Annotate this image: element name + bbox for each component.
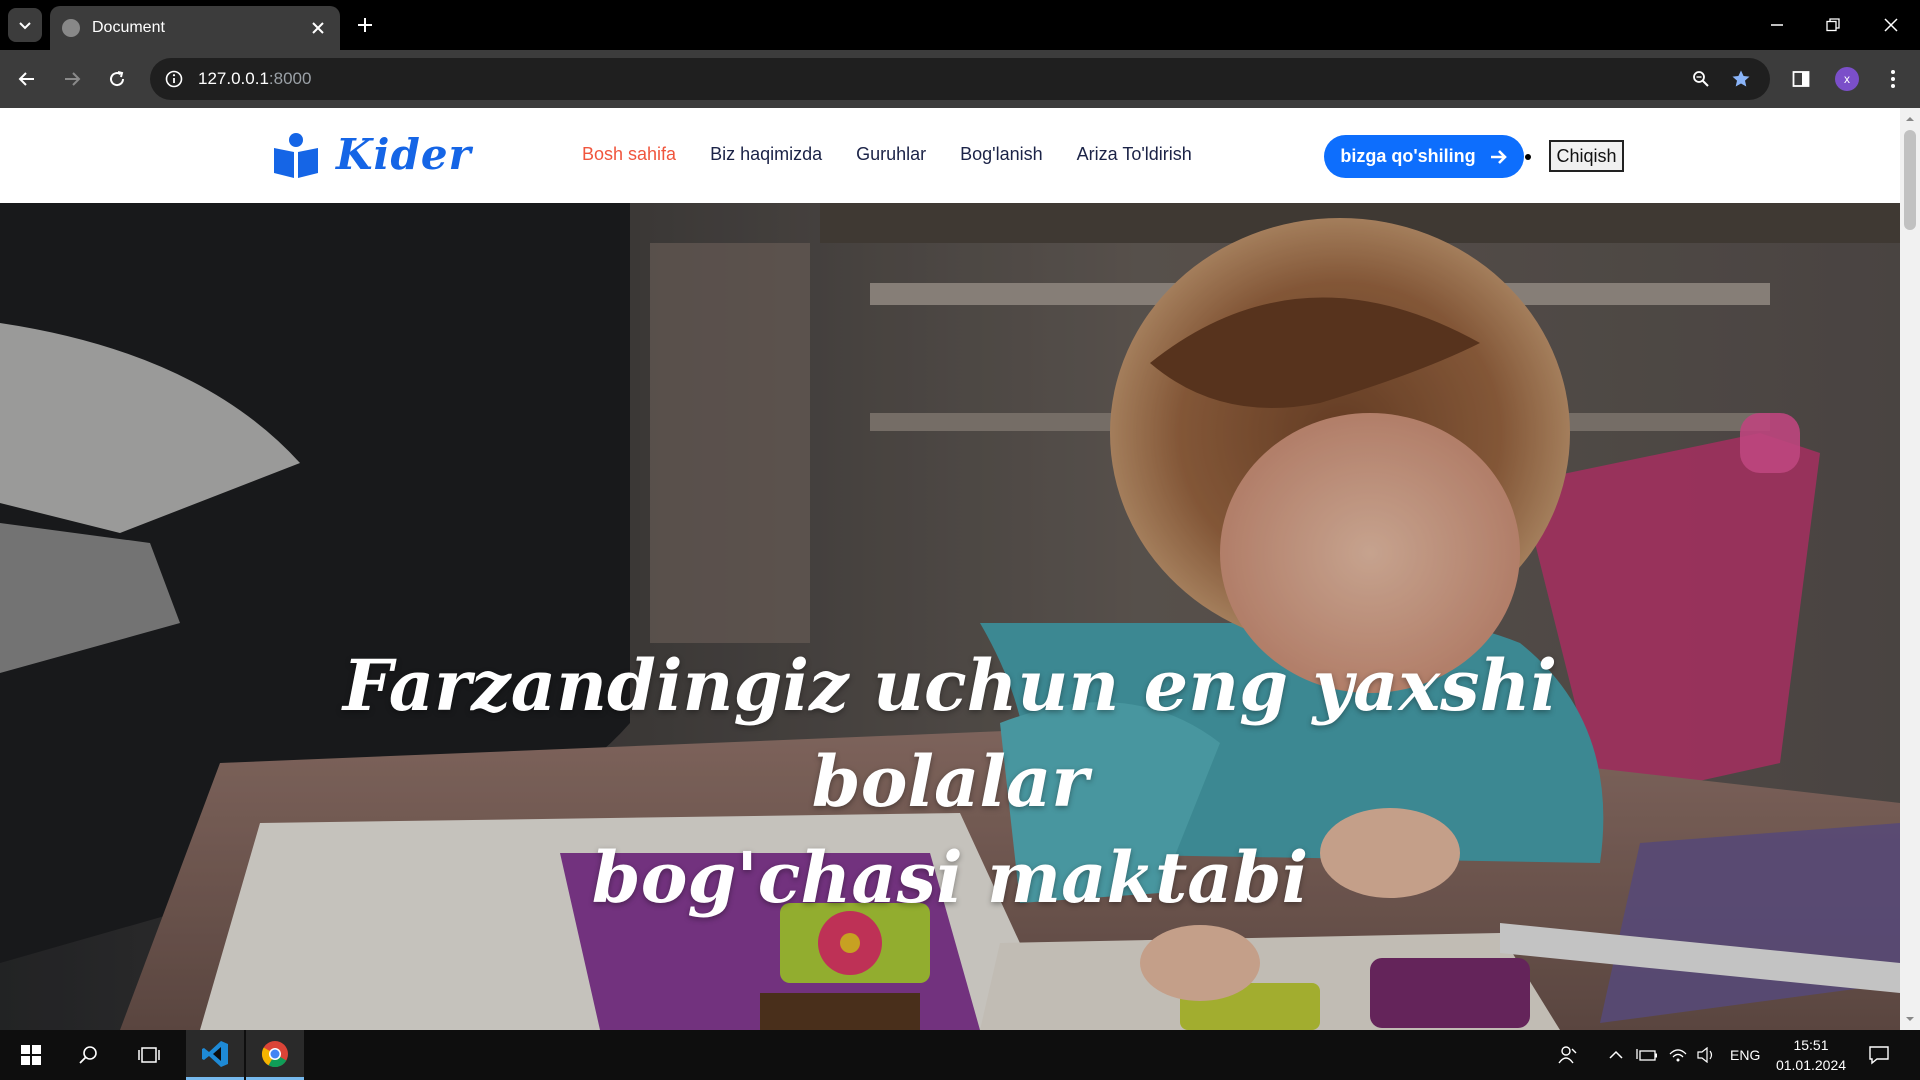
wifi-icon[interactable] — [1668, 1030, 1688, 1080]
site-info-icon[interactable] — [162, 67, 186, 91]
back-button[interactable] — [10, 62, 44, 96]
url-port: :8000 — [268, 69, 312, 88]
start-button[interactable] — [2, 1030, 60, 1080]
chrome-icon — [261, 1040, 288, 1067]
site-navbar: Kider Bosh sahifa Biz haqimizda Guruhlar… — [0, 108, 1900, 203]
vscode-icon — [202, 1040, 228, 1067]
volume-icon[interactable] — [1696, 1030, 1716, 1080]
taskbar-app-chrome[interactable] — [246, 1030, 304, 1080]
hero-section: Farzandingiz uchun eng yaxshi bolalar bo… — [0, 203, 1900, 1030]
nav-link-groups[interactable]: Guruhlar — [856, 144, 926, 165]
new-tab-button[interactable] — [352, 12, 378, 38]
tab-search-button[interactable] — [8, 8, 42, 42]
scroll-thumb[interactable] — [1904, 130, 1916, 230]
minimize-button[interactable] — [1754, 10, 1800, 40]
site-logo[interactable]: Kider — [272, 130, 472, 179]
battery-icon[interactable] — [1636, 1030, 1658, 1080]
logo-text: Kider — [336, 130, 472, 179]
taskbar-app-vscode[interactable] — [186, 1030, 244, 1080]
hero-heading: Farzandingiz uchun eng yaxshi bolalar bo… — [250, 638, 1650, 926]
main-menu: Bosh sahifa Biz haqimizda Guruhlar Bog'l… — [582, 144, 1192, 165]
avatar: x — [1835, 67, 1859, 91]
tab-title: Document — [92, 19, 165, 36]
forward-button[interactable] — [55, 62, 89, 96]
chevron-up-icon[interactable] — [1608, 1030, 1624, 1080]
zoom-icon[interactable] — [1688, 66, 1714, 92]
search-icon — [79, 1046, 97, 1064]
task-view-icon — [138, 1047, 160, 1063]
page-scrollbar[interactable] — [1900, 108, 1920, 1030]
join-us-label: bizga qo'shiling — [1340, 146, 1476, 166]
nav-link-home[interactable]: Bosh sahifa — [582, 144, 676, 165]
reload-button[interactable] — [100, 62, 134, 96]
reload-icon — [110, 71, 125, 87]
people-icon[interactable] — [1558, 1030, 1578, 1080]
clock-date: 01.01.2024 — [1775, 1057, 1847, 1073]
arrow-right-icon — [1490, 149, 1507, 164]
plus-icon — [358, 18, 372, 32]
minimize-icon — [1771, 24, 1783, 26]
book-reader-icon — [274, 132, 318, 178]
windows-logo-icon — [21, 1045, 41, 1065]
nav-link-contact[interactable]: Bog'lanish — [960, 144, 1043, 165]
hero-heading-line-2: bog'chasi maktabi — [591, 836, 1309, 919]
close-icon — [312, 22, 324, 34]
scroll-up-icon[interactable] — [1905, 114, 1915, 124]
language-indicator[interactable]: ENG — [1730, 1030, 1760, 1080]
taskbar-search-button[interactable] — [60, 1030, 118, 1080]
nav-link-application[interactable]: Ariza To'ldirish — [1077, 144, 1192, 165]
close-icon — [1884, 18, 1898, 32]
more-vertical-icon — [1891, 70, 1895, 88]
browser-menu-button[interactable] — [1876, 62, 1910, 96]
page-viewport: Kider Bosh sahifa Biz haqimizda Guruhlar… — [0, 108, 1920, 1030]
notification-center-icon[interactable] — [1868, 1030, 1890, 1080]
browser-toolbar: 127.0.0.1:8000 x — [0, 50, 1920, 108]
chevron-down-icon — [19, 22, 31, 30]
clock-time: 15:51 — [1793, 1037, 1829, 1053]
profile-button[interactable]: x — [1830, 62, 1864, 96]
join-us-button[interactable]: bizga qo'shiling — [1324, 135, 1524, 178]
arrow-left-icon — [18, 72, 34, 86]
browser-tab[interactable]: Document — [50, 6, 340, 50]
restore-button[interactable] — [1810, 10, 1856, 40]
taskbar-clock[interactable]: 15:51 01.01.2024 — [1768, 1035, 1854, 1075]
url-host: 127.0.0.1 — [198, 69, 269, 88]
globe-icon — [62, 19, 80, 37]
scroll-down-icon[interactable] — [1905, 1014, 1915, 1024]
restore-icon — [1826, 18, 1840, 32]
task-view-button[interactable] — [120, 1030, 178, 1080]
address-bar[interactable]: 127.0.0.1:8000 — [150, 58, 1770, 100]
browser-tabbar: Document — [0, 0, 1920, 50]
os-taskbar: ENG 15:51 01.01.2024 — [0, 1030, 1920, 1080]
close-window-button[interactable] — [1868, 10, 1914, 40]
list-bullet — [1525, 154, 1531, 160]
bookmark-star-icon[interactable] — [1728, 66, 1754, 92]
hero-heading-line-1: Farzandingiz uchun eng yaxshi bolalar — [342, 644, 1558, 823]
tab-close-button[interactable] — [308, 18, 328, 38]
nav-link-about[interactable]: Biz haqimizda — [710, 144, 822, 165]
side-panel-icon — [1792, 71, 1810, 87]
arrow-right-icon — [65, 72, 81, 86]
side-panel-button[interactable] — [1784, 62, 1818, 96]
logout-button[interactable]: Chiqish — [1549, 140, 1624, 172]
